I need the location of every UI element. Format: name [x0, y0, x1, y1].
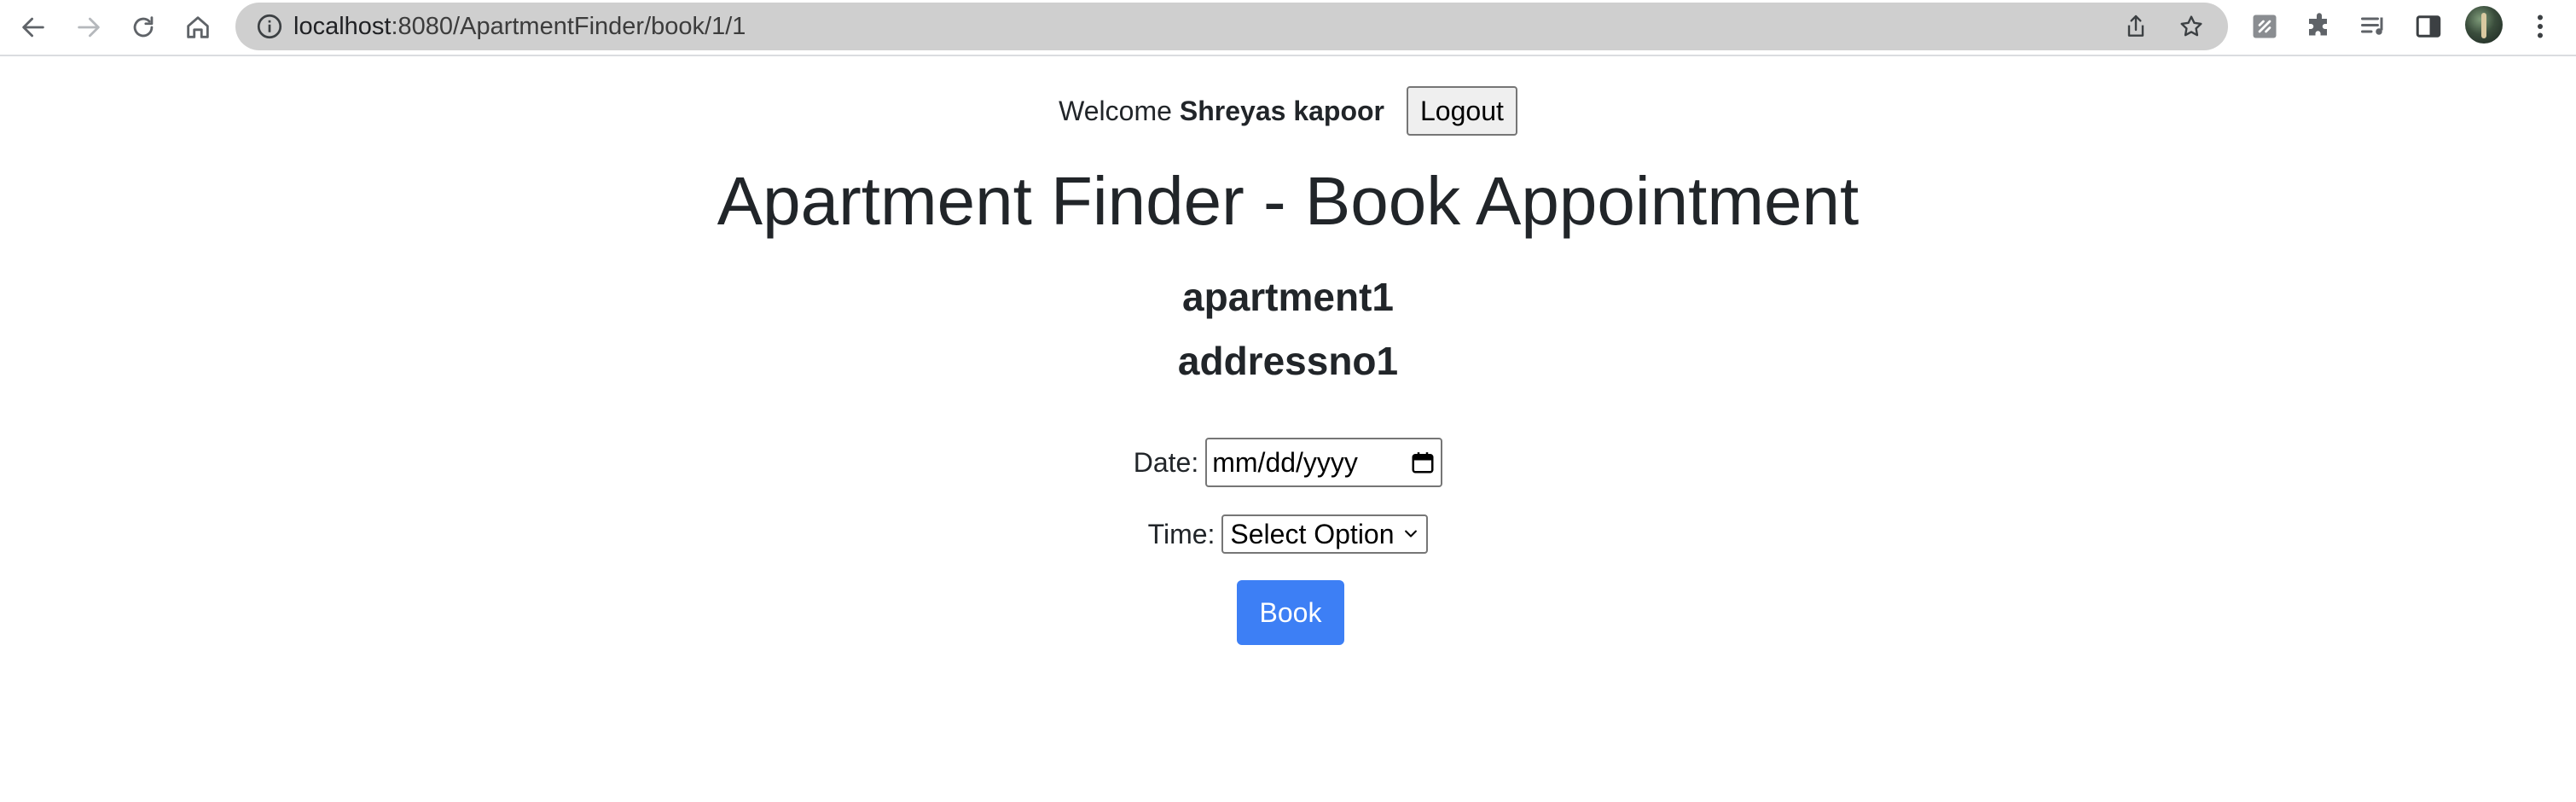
page-content: Welcome Shreyas kapoor Logout Apartment … [0, 56, 2576, 802]
puzzle-icon[interactable] [2304, 11, 2335, 42]
forward-button[interactable] [69, 8, 108, 47]
profile-avatar[interactable] [2465, 6, 2503, 44]
url-host: localhost [293, 13, 392, 40]
apartment-name: apartment1 [1182, 275, 1394, 319]
time-row: Time: Select Option [0, 514, 2576, 555]
home-icon [187, 16, 209, 38]
arrow-right-icon [78, 17, 100, 38]
arrow-left-icon [22, 17, 44, 38]
welcome-bar: Welcome Shreyas kapoor Logout [0, 85, 2576, 137]
browser-toolbar: localhost:8080/ApartmentFinder/book/1/1 [0, 0, 2576, 56]
media-queue-icon[interactable] [2358, 11, 2389, 42]
date-input[interactable]: mm/dd/yyyy [1205, 438, 1443, 487]
date-row: Date: mm/dd/yyyy [0, 437, 2576, 488]
back-button[interactable] [14, 8, 53, 47]
date-label: Date: [1133, 446, 1199, 478]
url-path: :8080/ApartmentFinder/book/1/1 [391, 13, 746, 40]
side-panel-icon[interactable] [2413, 11, 2444, 42]
book-button[interactable]: Book [1237, 580, 1344, 645]
time-label: Time: [1147, 518, 1215, 549]
kebab-menu-icon[interactable] [2525, 11, 2556, 42]
time-selected-value: Select Option [1230, 518, 1395, 549]
time-select[interactable]: Select Option [1221, 514, 1429, 554]
home-button[interactable] [178, 8, 218, 47]
user-name: Shreyas kapoor [1179, 95, 1384, 126]
date-placeholder: mm/dd/yyyy [1212, 446, 1358, 478]
address-bar[interactable]: localhost:8080/ApartmentFinder/book/1/1 [235, 3, 2228, 50]
calendar-icon[interactable] [1410, 450, 1436, 475]
extension-icon[interactable] [2249, 11, 2280, 42]
share-icon[interactable] [2122, 13, 2150, 40]
info-icon[interactable] [254, 11, 285, 42]
reload-icon [133, 16, 154, 38]
page-title: Apartment Finder - Book Appointment [717, 163, 1859, 239]
reload-button[interactable] [124, 8, 163, 47]
url-text[interactable]: localhost:8080/ApartmentFinder/book/1/1 [293, 3, 746, 50]
star-icon[interactable] [2178, 13, 2205, 40]
welcome-label: Welcome [1059, 95, 1172, 126]
apartment-address: addressno1 [1177, 339, 1399, 383]
chevron-down-icon [1405, 530, 1418, 538]
logout-button[interactable]: Logout [1407, 86, 1517, 136]
